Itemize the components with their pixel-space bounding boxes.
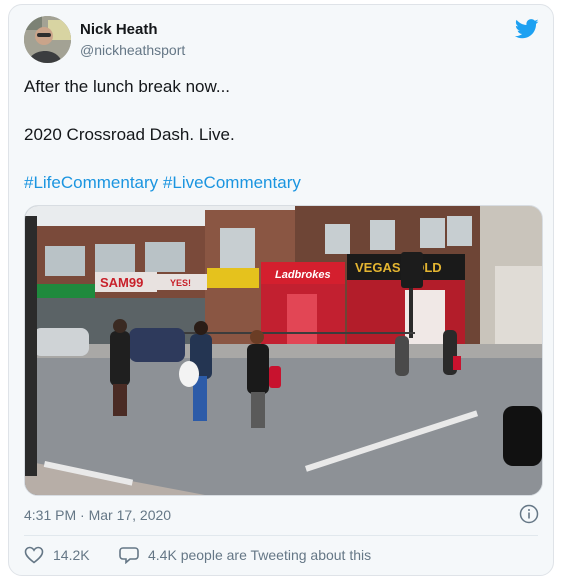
like-count: 14.2K xyxy=(53,547,90,563)
speech-bubble-icon xyxy=(119,547,139,564)
shop-sign-ladbrokes: Ladbrokes xyxy=(275,269,331,281)
hashtag-livecommentary[interactable]: #LiveCommentary xyxy=(163,173,301,192)
video-media[interactable]: SAM99 YES! Ladbrokes VEGAS GOLD xyxy=(24,205,543,496)
tweet-card[interactable]: Nick Heath @nickheathsport After the lun… xyxy=(8,4,554,576)
shop-sign-sam99: SAM99 xyxy=(100,275,143,290)
tweet-text-line-2: 2020 Crossroad Dash. Live. xyxy=(24,125,235,144)
twitter-bird-icon[interactable] xyxy=(515,19,539,39)
tweeting-about-text: 4.4K people are Tweeting about this xyxy=(148,547,372,563)
info-icon[interactable] xyxy=(519,504,539,524)
heart-icon xyxy=(24,546,44,564)
tweet-timestamp[interactable]: 4:31 PM · Mar 17, 2020 xyxy=(24,507,171,523)
hashtag-lifecommentary[interactable]: #LifeCommentary xyxy=(24,173,158,192)
tweeting-about-link[interactable]: 4.4K people are Tweeting about this xyxy=(119,546,371,564)
author-handle[interactable]: @nickheathsport xyxy=(80,42,185,58)
avatar[interactable] xyxy=(24,16,71,63)
shop-sign-yes: YES! xyxy=(170,278,191,288)
author-name[interactable]: Nick Heath xyxy=(80,21,158,38)
street-scene-image: SAM99 YES! Ladbrokes VEGAS GOLD xyxy=(25,206,542,495)
shop-sign-vegas-gold: VEGAS GOLD xyxy=(355,260,442,275)
divider xyxy=(24,535,538,536)
like-button[interactable]: 14.2K xyxy=(24,546,90,564)
hashtags: #LifeCommentary #LiveCommentary xyxy=(24,173,301,193)
tweet-text-line-1: After the lunch break now... xyxy=(24,77,231,96)
